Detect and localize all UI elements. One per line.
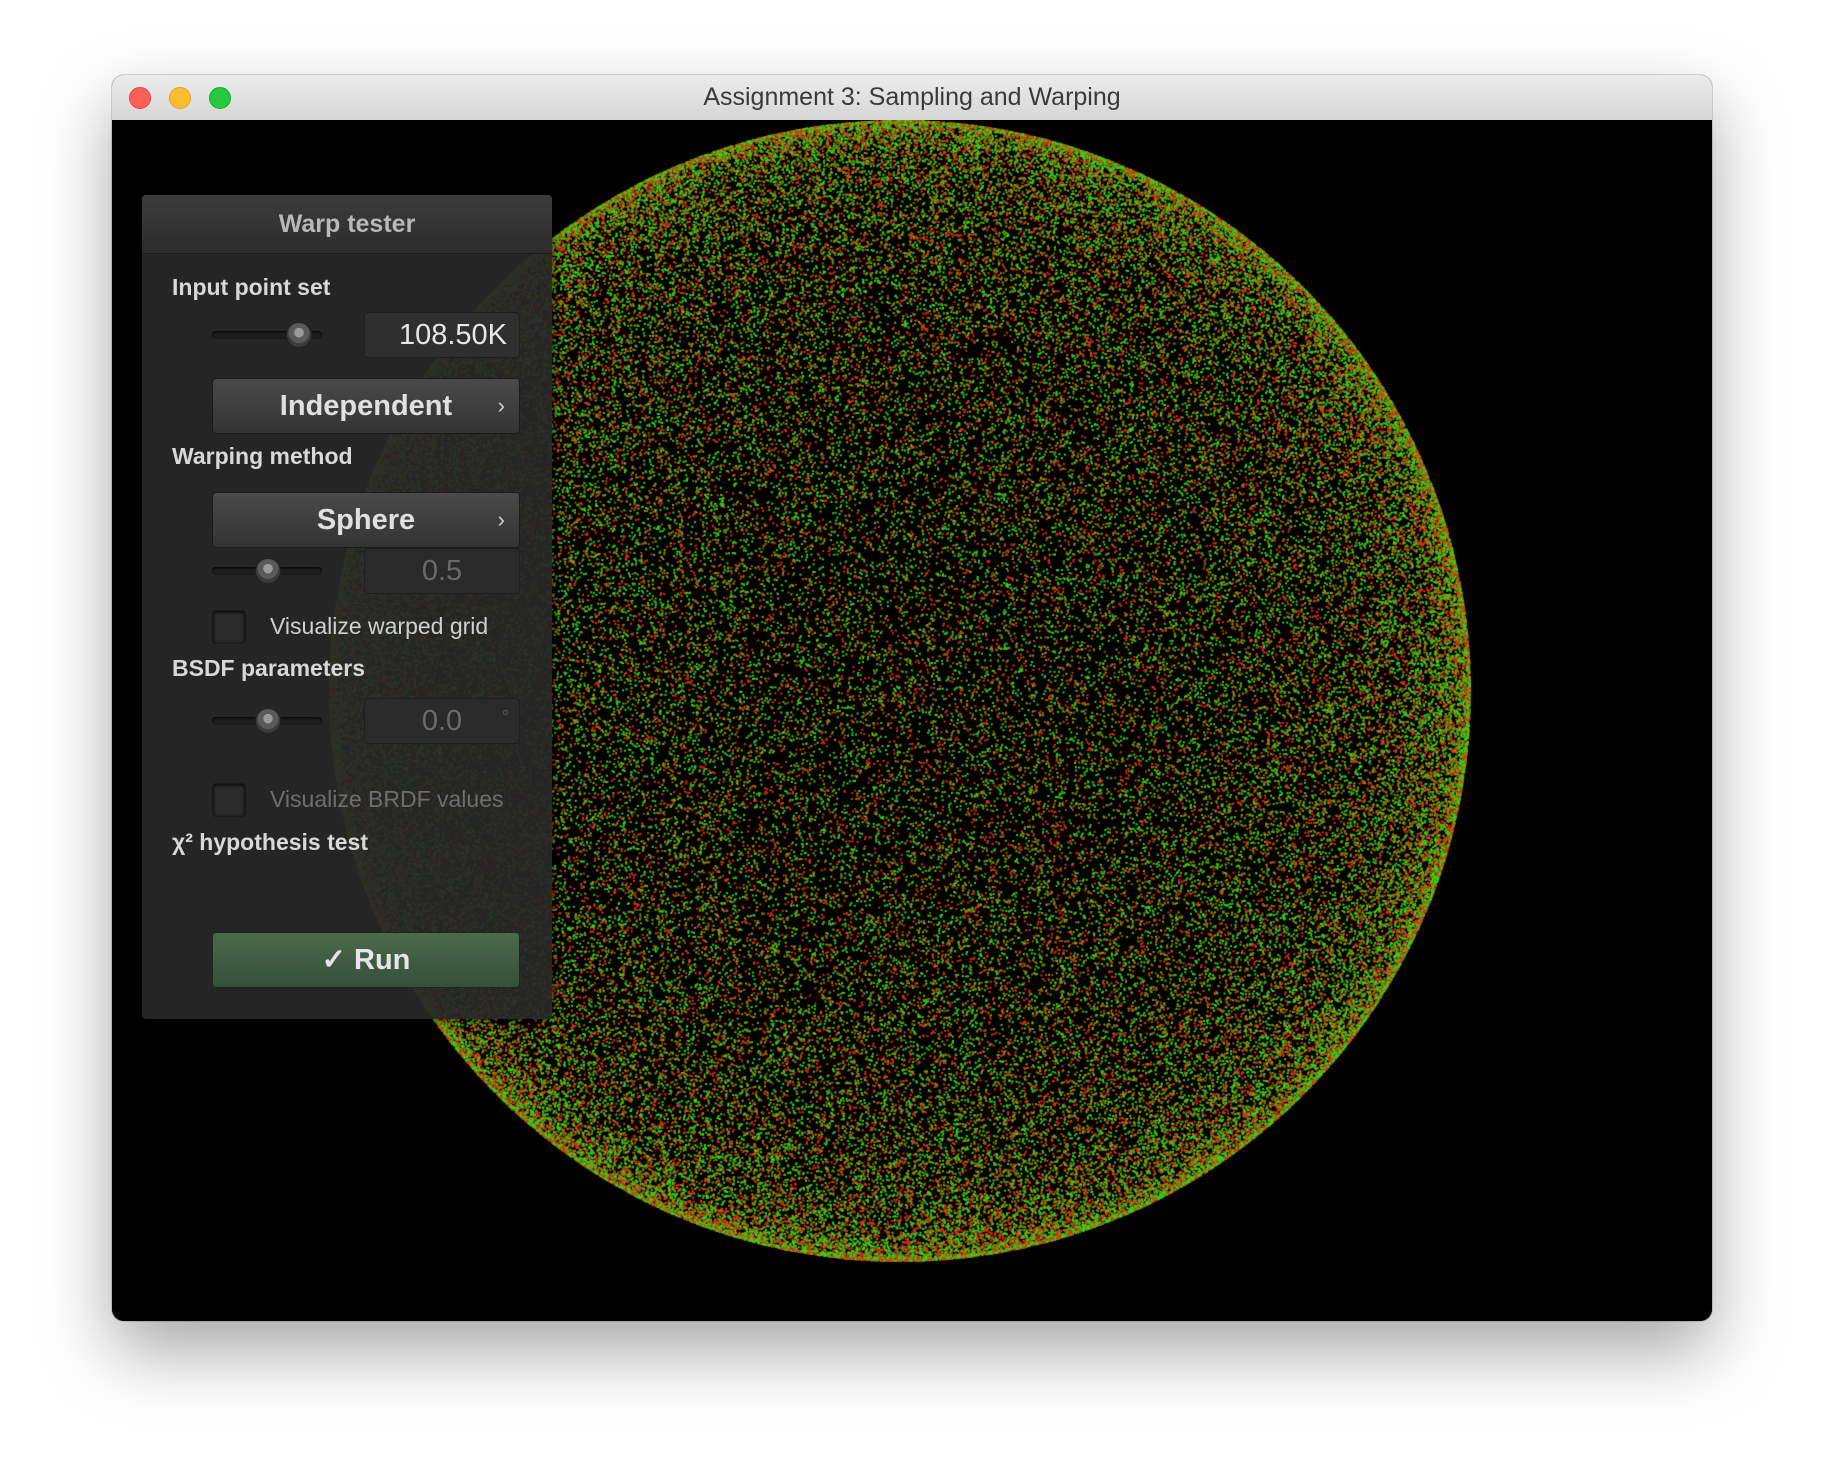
run-button-label: Run <box>354 944 411 976</box>
point-pattern-dropdown[interactable]: Independent › <box>212 378 520 434</box>
degree-unit: ° <box>501 707 509 727</box>
point-count-slider[interactable] <box>212 322 322 348</box>
warp-parameter-slider-handle[interactable] <box>255 558 281 584</box>
warping-method-dropdown[interactable]: Sphere › <box>212 492 520 548</box>
visualize-grid-label: Visualize warped grid <box>270 613 489 639</box>
chi2-test-label: χ² hypothesis test <box>172 829 368 855</box>
title-bar[interactable]: Assignment 3: Sampling and Warping <box>112 75 1712 121</box>
visualization-canvas[interactable]: Warp tester Input point set 108.50K Inde… <box>112 120 1712 1321</box>
checkmark-icon: ✓ <box>321 944 346 976</box>
visualize-grid-checkbox[interactable] <box>212 610 246 644</box>
warp-parameter-field[interactable]: 0.5 <box>364 548 520 594</box>
bsdf-parameters-label: BSDF parameters <box>172 655 366 681</box>
bsdf-angle-value: 0.0 <box>421 705 463 737</box>
point-count-slider-handle[interactable] <box>285 322 312 348</box>
point-count-field[interactable]: 108.50K <box>364 312 520 358</box>
visualize-brdf-checkbox[interactable] <box>212 783 246 817</box>
point-pattern-value: Independent <box>279 390 453 422</box>
visualize-brdf-label: Visualize BRDF values <box>270 786 504 812</box>
app-window: Assignment 3: Sampling and Warping Warp … <box>112 75 1712 1321</box>
run-test-button[interactable]: ✓ Run <box>212 932 520 988</box>
bsdf-angle-field[interactable]: 0.0 ° <box>364 698 520 744</box>
warping-method-value: Sphere <box>316 504 416 536</box>
bsdf-angle-slider[interactable] <box>212 708 322 734</box>
panel-title[interactable]: Warp tester <box>142 195 552 254</box>
chevron-right-icon: › <box>497 393 505 418</box>
warping-method-label: Warping method <box>172 443 353 469</box>
warp-tester-panel: Warp tester Input point set 108.50K Inde… <box>142 195 552 1019</box>
input-point-set-label: Input point set <box>172 274 331 300</box>
bsdf-angle-slider-handle[interactable] <box>255 708 281 734</box>
warp-parameter-slider[interactable] <box>212 558 322 584</box>
window-title: Assignment 3: Sampling and Warping <box>703 83 1121 111</box>
chevron-right-icon: › <box>497 507 505 532</box>
